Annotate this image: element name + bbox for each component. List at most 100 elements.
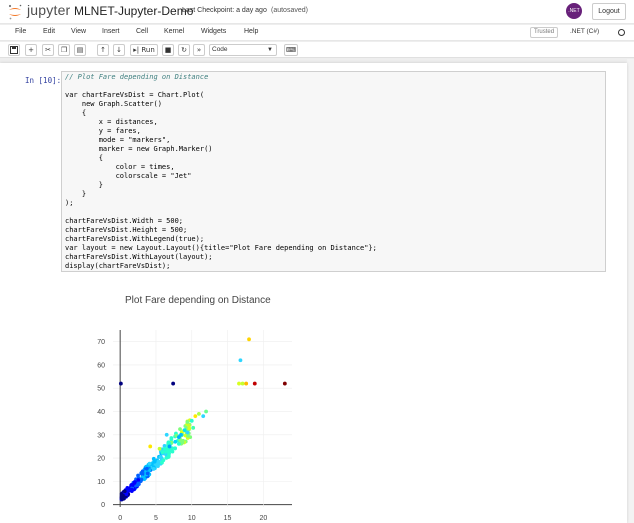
menu-help[interactable]: Help [244, 28, 258, 35]
menu-widgets[interactable]: Widgets [201, 28, 226, 35]
scrollbar[interactable] [627, 59, 634, 523]
y-tick-label: 30 [97, 432, 105, 439]
menubar: File Edit View Insert Cell Kernel Widget… [0, 25, 634, 41]
scatter-point[interactable] [130, 487, 135, 492]
y-tick-label: 0 [101, 502, 105, 509]
paste-button[interactable]: ▤ [74, 44, 86, 56]
scatter-point[interactable] [185, 430, 190, 435]
plus-icon: + [28, 46, 34, 54]
scatter-point[interactable] [122, 489, 127, 494]
x-tick-label: 10 [188, 515, 196, 522]
paste-icon: ▤ [76, 46, 84, 54]
run-button[interactable]: ▸| Run [130, 44, 158, 56]
restart-run-all-button[interactable]: » [193, 44, 205, 56]
scatter-point[interactable] [189, 418, 194, 423]
copy-button[interactable]: ❐ [58, 44, 70, 56]
x-tick-label: 20 [259, 515, 267, 522]
scatter-point[interactable] [162, 446, 167, 451]
restart-icon: ↻ [181, 46, 187, 54]
scatter-point[interactable] [119, 495, 124, 500]
scatter-point[interactable] [177, 441, 181, 446]
scatter-point[interactable] [148, 444, 153, 449]
kernel-name: .NET (C#) [570, 28, 600, 35]
stop-icon: ■ [164, 46, 172, 54]
x-tick-label: 5 [154, 515, 158, 522]
scatter-point[interactable] [151, 467, 156, 471]
menu-edit[interactable]: Edit [43, 28, 55, 35]
scatter-point[interactable] [171, 381, 176, 386]
scatter-plot[interactable]: 0 10 20 30 40 50 60 70 0 5 10 15 20 [0, 63, 627, 523]
scatter-point[interactable] [155, 461, 160, 466]
scatter-point[interactable] [197, 411, 201, 416]
insert-cell-button[interactable]: + [25, 44, 37, 56]
scatter-point[interactable] [237, 381, 241, 386]
arrow-down-icon: ↓ [116, 46, 122, 54]
step-forward-icon: ▸| [133, 46, 140, 54]
scatter-point[interactable] [193, 414, 198, 419]
menu-kernel[interactable]: Kernel [164, 28, 184, 35]
trusted-badge[interactable]: Trusted [530, 27, 558, 38]
menu-cell[interactable]: Cell [136, 28, 148, 35]
scatter-point[interactable] [204, 409, 208, 414]
y-tick-label: 10 [97, 479, 105, 486]
scatter-point[interactable] [164, 432, 169, 437]
interrupt-button[interactable]: ■ [162, 44, 174, 56]
restart-button[interactable]: ↻ [178, 44, 190, 56]
jupyter-logo[interactable]: jupyter [6, 2, 71, 21]
scatter-point[interactable] [185, 420, 190, 424]
scatter-point[interactable] [118, 381, 123, 386]
scatter-point[interactable] [139, 471, 144, 475]
scatter-point[interactable] [160, 460, 164, 465]
x-tick-label: 0 [118, 515, 122, 522]
menu-insert[interactable]: Insert [102, 28, 120, 35]
keyboard-icon: ⌨ [285, 46, 297, 54]
scatter-point[interactable] [240, 381, 245, 386]
scatter-point[interactable] [282, 381, 287, 386]
scatter-point[interactable] [130, 483, 135, 487]
scatter-point[interactable] [244, 381, 249, 386]
kernel-status-icon [618, 29, 625, 36]
save-button[interactable] [8, 44, 20, 56]
last-checkpoint: Last Checkpoint: a day ago [182, 7, 267, 14]
scatter-point[interactable] [252, 381, 257, 386]
scatter-point[interactable] [186, 423, 191, 428]
scatter-point[interactable] [144, 466, 149, 471]
scatter-point[interactable] [247, 337, 251, 342]
scatter-point[interactable] [191, 425, 196, 430]
scatter-point[interactable] [180, 440, 185, 445]
scatter-point[interactable] [157, 446, 162, 451]
logout-button[interactable]: Logout [592, 3, 626, 20]
menu-file[interactable]: File [15, 28, 26, 35]
y-tick-label: 20 [97, 456, 105, 463]
scatter-point[interactable] [186, 433, 190, 438]
command-palette-button[interactable]: ⌨ [284, 44, 298, 56]
y-tick-label: 40 [97, 409, 105, 416]
plot-points [118, 337, 287, 502]
scatter-point[interactable] [136, 481, 141, 486]
scatter-point[interactable] [136, 478, 141, 482]
scatter-point[interactable] [126, 489, 130, 493]
scatter-point[interactable] [167, 444, 172, 449]
scatter-point[interactable] [201, 414, 206, 419]
scatter-point[interactable] [169, 436, 174, 440]
notebook-title[interactable]: MLNET-Jupyter-Demo [74, 4, 193, 18]
scatter-point[interactable] [166, 453, 171, 458]
scatter-point[interactable] [147, 461, 152, 466]
arrow-up-icon: ↑ [100, 46, 106, 54]
cut-button[interactable]: ✂ [42, 44, 54, 56]
jupyter-logo-text: jupyter [27, 2, 71, 18]
move-up-button[interactable]: ↑ [97, 44, 109, 56]
cell-type-select[interactable]: Code ▼ [209, 44, 277, 56]
move-down-button[interactable]: ↓ [113, 44, 125, 56]
y-tick-label: 70 [97, 339, 105, 346]
scatter-point[interactable] [176, 435, 181, 440]
scatter-point[interactable] [160, 450, 165, 455]
kernel-logo-icon: .NET [566, 3, 582, 19]
run-label: Run [141, 46, 155, 54]
x-tick-label: 15 [224, 515, 232, 522]
scatter-point[interactable] [145, 471, 150, 476]
scatter-point[interactable] [173, 439, 178, 444]
menu-view[interactable]: View [71, 28, 86, 35]
scatter-point[interactable] [158, 455, 163, 460]
scatter-point[interactable] [238, 358, 243, 363]
